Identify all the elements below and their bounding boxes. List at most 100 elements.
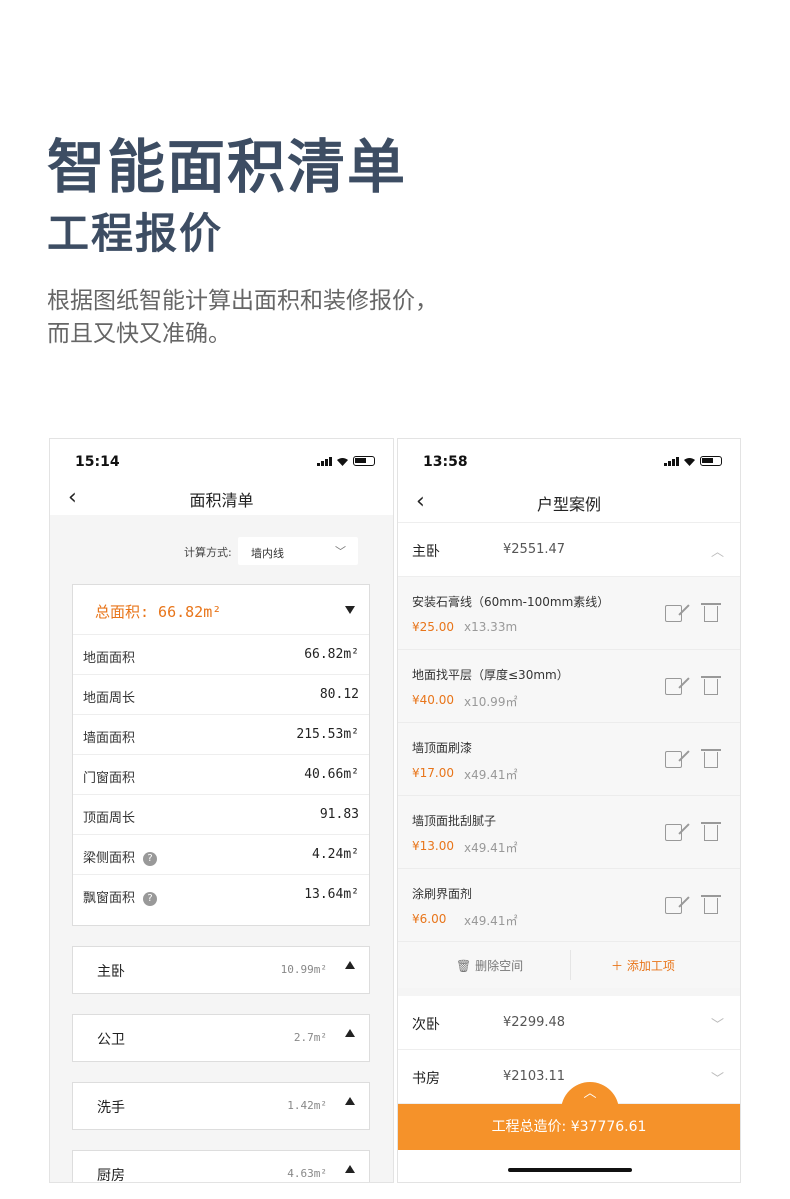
- work-item-quantity: x10.99㎡: [464, 695, 518, 709]
- chevron-up-icon: ︿: [583, 1086, 597, 1101]
- work-item-title: 涂刷界面剂: [412, 887, 473, 901]
- nav-bar: ‹ 户型案例: [398, 481, 740, 523]
- status-bar: 15:14: [50, 439, 393, 481]
- wifi-icon: [337, 457, 348, 466]
- calc-method-row: 计算方式: 墙内线 ﹀: [50, 535, 393, 567]
- phone-house-case: 13:58 ‹ 户型案例 主卧 ¥2551.47 ︿ 安装石膏线（60mm-10…: [397, 438, 741, 1183]
- room-card[interactable]: 洗手 1.42m²: [72, 1082, 370, 1130]
- chevron-down-icon: ﹀: [710, 1018, 724, 1033]
- delete-space-button[interactable]: 🗑 删除空间: [456, 957, 523, 974]
- room-area: 1.42m²: [287, 1099, 327, 1112]
- metric-label: 地面面积: [83, 651, 136, 666]
- add-item-button[interactable]: ＋ 添加工项: [611, 957, 675, 974]
- work-item: 安装石膏线（60mm-100mm素线） ¥25.00 x13.33m: [398, 577, 740, 650]
- work-item-title: 安装石膏线（60mm-100mm素线）: [412, 595, 610, 609]
- section-price: ¥2299.48: [503, 1015, 566, 1030]
- metric-row: 顶面周长 91.83: [73, 795, 369, 835]
- chevron-down-icon: ﹀: [335, 545, 346, 558]
- room-card[interactable]: 公卫 2.7m²: [72, 1014, 370, 1062]
- section-header[interactable]: 主卧 ¥2551.47 ︿: [398, 523, 740, 577]
- work-item-title: 墙顶面刷漆: [412, 741, 473, 755]
- work-item-price: ¥17.00: [412, 766, 454, 780]
- calc-method-select[interactable]: 墙内线 ﹀: [238, 537, 358, 565]
- total-area-label: 总面积: 66.82m²: [95, 603, 222, 621]
- phone-area-list: 15:14 ‹ 面积清单 计算方式: 墙内线 ﹀ 总面积: 66.82m² 地面…: [49, 438, 394, 1183]
- expand-triangle-icon: [345, 1165, 355, 1173]
- edit-icon[interactable]: [665, 678, 682, 695]
- metric-row: 飘窗面积? 13.64m²: [73, 875, 369, 915]
- nav-bar: ‹ 面积清单: [50, 481, 393, 515]
- home-area: [398, 1150, 740, 1182]
- status-time: 15:14: [75, 454, 120, 470]
- room-card[interactable]: 厨房 4.63m²: [72, 1150, 370, 1183]
- work-item: 地面找平层（厚度≤30mm） ¥40.00 x10.99㎡: [398, 650, 740, 723]
- section-name: 书房: [412, 1071, 440, 1087]
- metric-row: 门窗面积 40.66m²: [73, 755, 369, 795]
- expand-triangle-icon: [345, 1097, 355, 1105]
- room-name: 洗手: [97, 1100, 125, 1116]
- delete-space-label: 删除空间: [475, 959, 524, 973]
- work-item-quantity: x49.41㎡: [464, 768, 518, 782]
- expand-triangle-icon: [345, 1029, 355, 1037]
- room-name: 厨房: [97, 1168, 125, 1183]
- room-area: 4.63m²: [287, 1167, 327, 1180]
- help-icon[interactable]: ?: [143, 851, 158, 866]
- edit-icon[interactable]: [665, 605, 682, 622]
- signal-icon: [664, 456, 679, 466]
- room-name: 主卧: [97, 964, 125, 980]
- page-title: 户型案例: [536, 495, 601, 514]
- room-area: 10.99m²: [280, 963, 327, 976]
- status-bar: 13:58: [398, 439, 740, 481]
- metric-value: 80.12: [319, 687, 359, 702]
- trash-icon[interactable]: [701, 676, 721, 695]
- room-name: 公卫: [97, 1032, 125, 1048]
- trash-icon[interactable]: [701, 749, 721, 768]
- home-indicator[interactable]: [508, 1168, 632, 1172]
- work-item: 墙顶面批刮腻子 ¥13.00 x49.41㎡: [398, 796, 740, 869]
- work-item-price: ¥25.00: [412, 620, 454, 634]
- help-icon[interactable]: ?: [143, 891, 158, 906]
- total-area-card: 总面积: 66.82m² 地面面积 66.82m² 地面周长 80.12 墙面面积 2…: [72, 584, 370, 926]
- collapse-triangle-icon: [345, 606, 355, 614]
- section-header[interactable]: 次卧 ¥2299.48 ﹀: [398, 996, 740, 1050]
- section-name: 主卧: [412, 544, 440, 560]
- hero-description: 根据图纸智能计算出面积和装修报价， 而且又快又准确。: [47, 285, 567, 351]
- expand-triangle-icon: [345, 961, 355, 969]
- section-price: ¥2551.47: [503, 542, 566, 557]
- divider: [570, 950, 571, 980]
- work-item: 涂刷界面剂 ¥6.00 x49.41㎡: [398, 869, 740, 942]
- chevron-down-icon: ﹀: [710, 1072, 724, 1087]
- edit-icon[interactable]: [665, 751, 682, 768]
- metric-value: 66.82m²: [304, 647, 359, 662]
- total-cost-bar: 工程总造价: ¥37776.61: [398, 1104, 740, 1150]
- hero-subtitle: 工程报价: [47, 209, 224, 258]
- room-card[interactable]: 主卧 10.99m²: [72, 946, 370, 994]
- work-item-quantity: x49.41㎡: [464, 914, 518, 928]
- status-time: 13:58: [423, 454, 468, 470]
- calc-method-value: 墙内线: [251, 547, 284, 560]
- battery-icon: [353, 456, 375, 466]
- work-item-title: 地面找平层（厚度≤30mm）: [412, 668, 569, 682]
- battery-icon: [700, 456, 722, 466]
- total-area-header[interactable]: 总面积: 66.82m²: [73, 585, 369, 635]
- trash-icon[interactable]: [701, 895, 721, 914]
- metric-value: 4.24m²: [312, 847, 359, 862]
- add-item-label: 添加工项: [626, 959, 675, 973]
- chevron-up-icon: ︿: [710, 545, 724, 560]
- metric-label: 飘窗面积?: [83, 887, 158, 906]
- trash-icon[interactable]: [701, 822, 721, 841]
- edit-icon[interactable]: [665, 897, 682, 914]
- metric-row: 墙面面积 215.53m²: [73, 715, 369, 755]
- room-area: 2.7m²: [293, 1031, 327, 1044]
- edit-icon[interactable]: [665, 824, 682, 841]
- trash-icon[interactable]: [701, 603, 721, 622]
- metric-label: 地面周长: [83, 691, 136, 706]
- metric-value: 215.53m²: [296, 727, 359, 742]
- metric-row: 梁侧面积? 4.24m²: [73, 835, 369, 875]
- wifi-icon: [684, 457, 695, 466]
- hero-desc-line2: 而且又快又准确。: [47, 321, 231, 347]
- metric-row: 地面周长 80.12: [73, 675, 369, 715]
- hero-desc-line1: 根据图纸智能计算出面积和装修报价，: [47, 288, 438, 314]
- signal-icon: [317, 456, 332, 466]
- metric-label: 墙面面积: [83, 731, 136, 746]
